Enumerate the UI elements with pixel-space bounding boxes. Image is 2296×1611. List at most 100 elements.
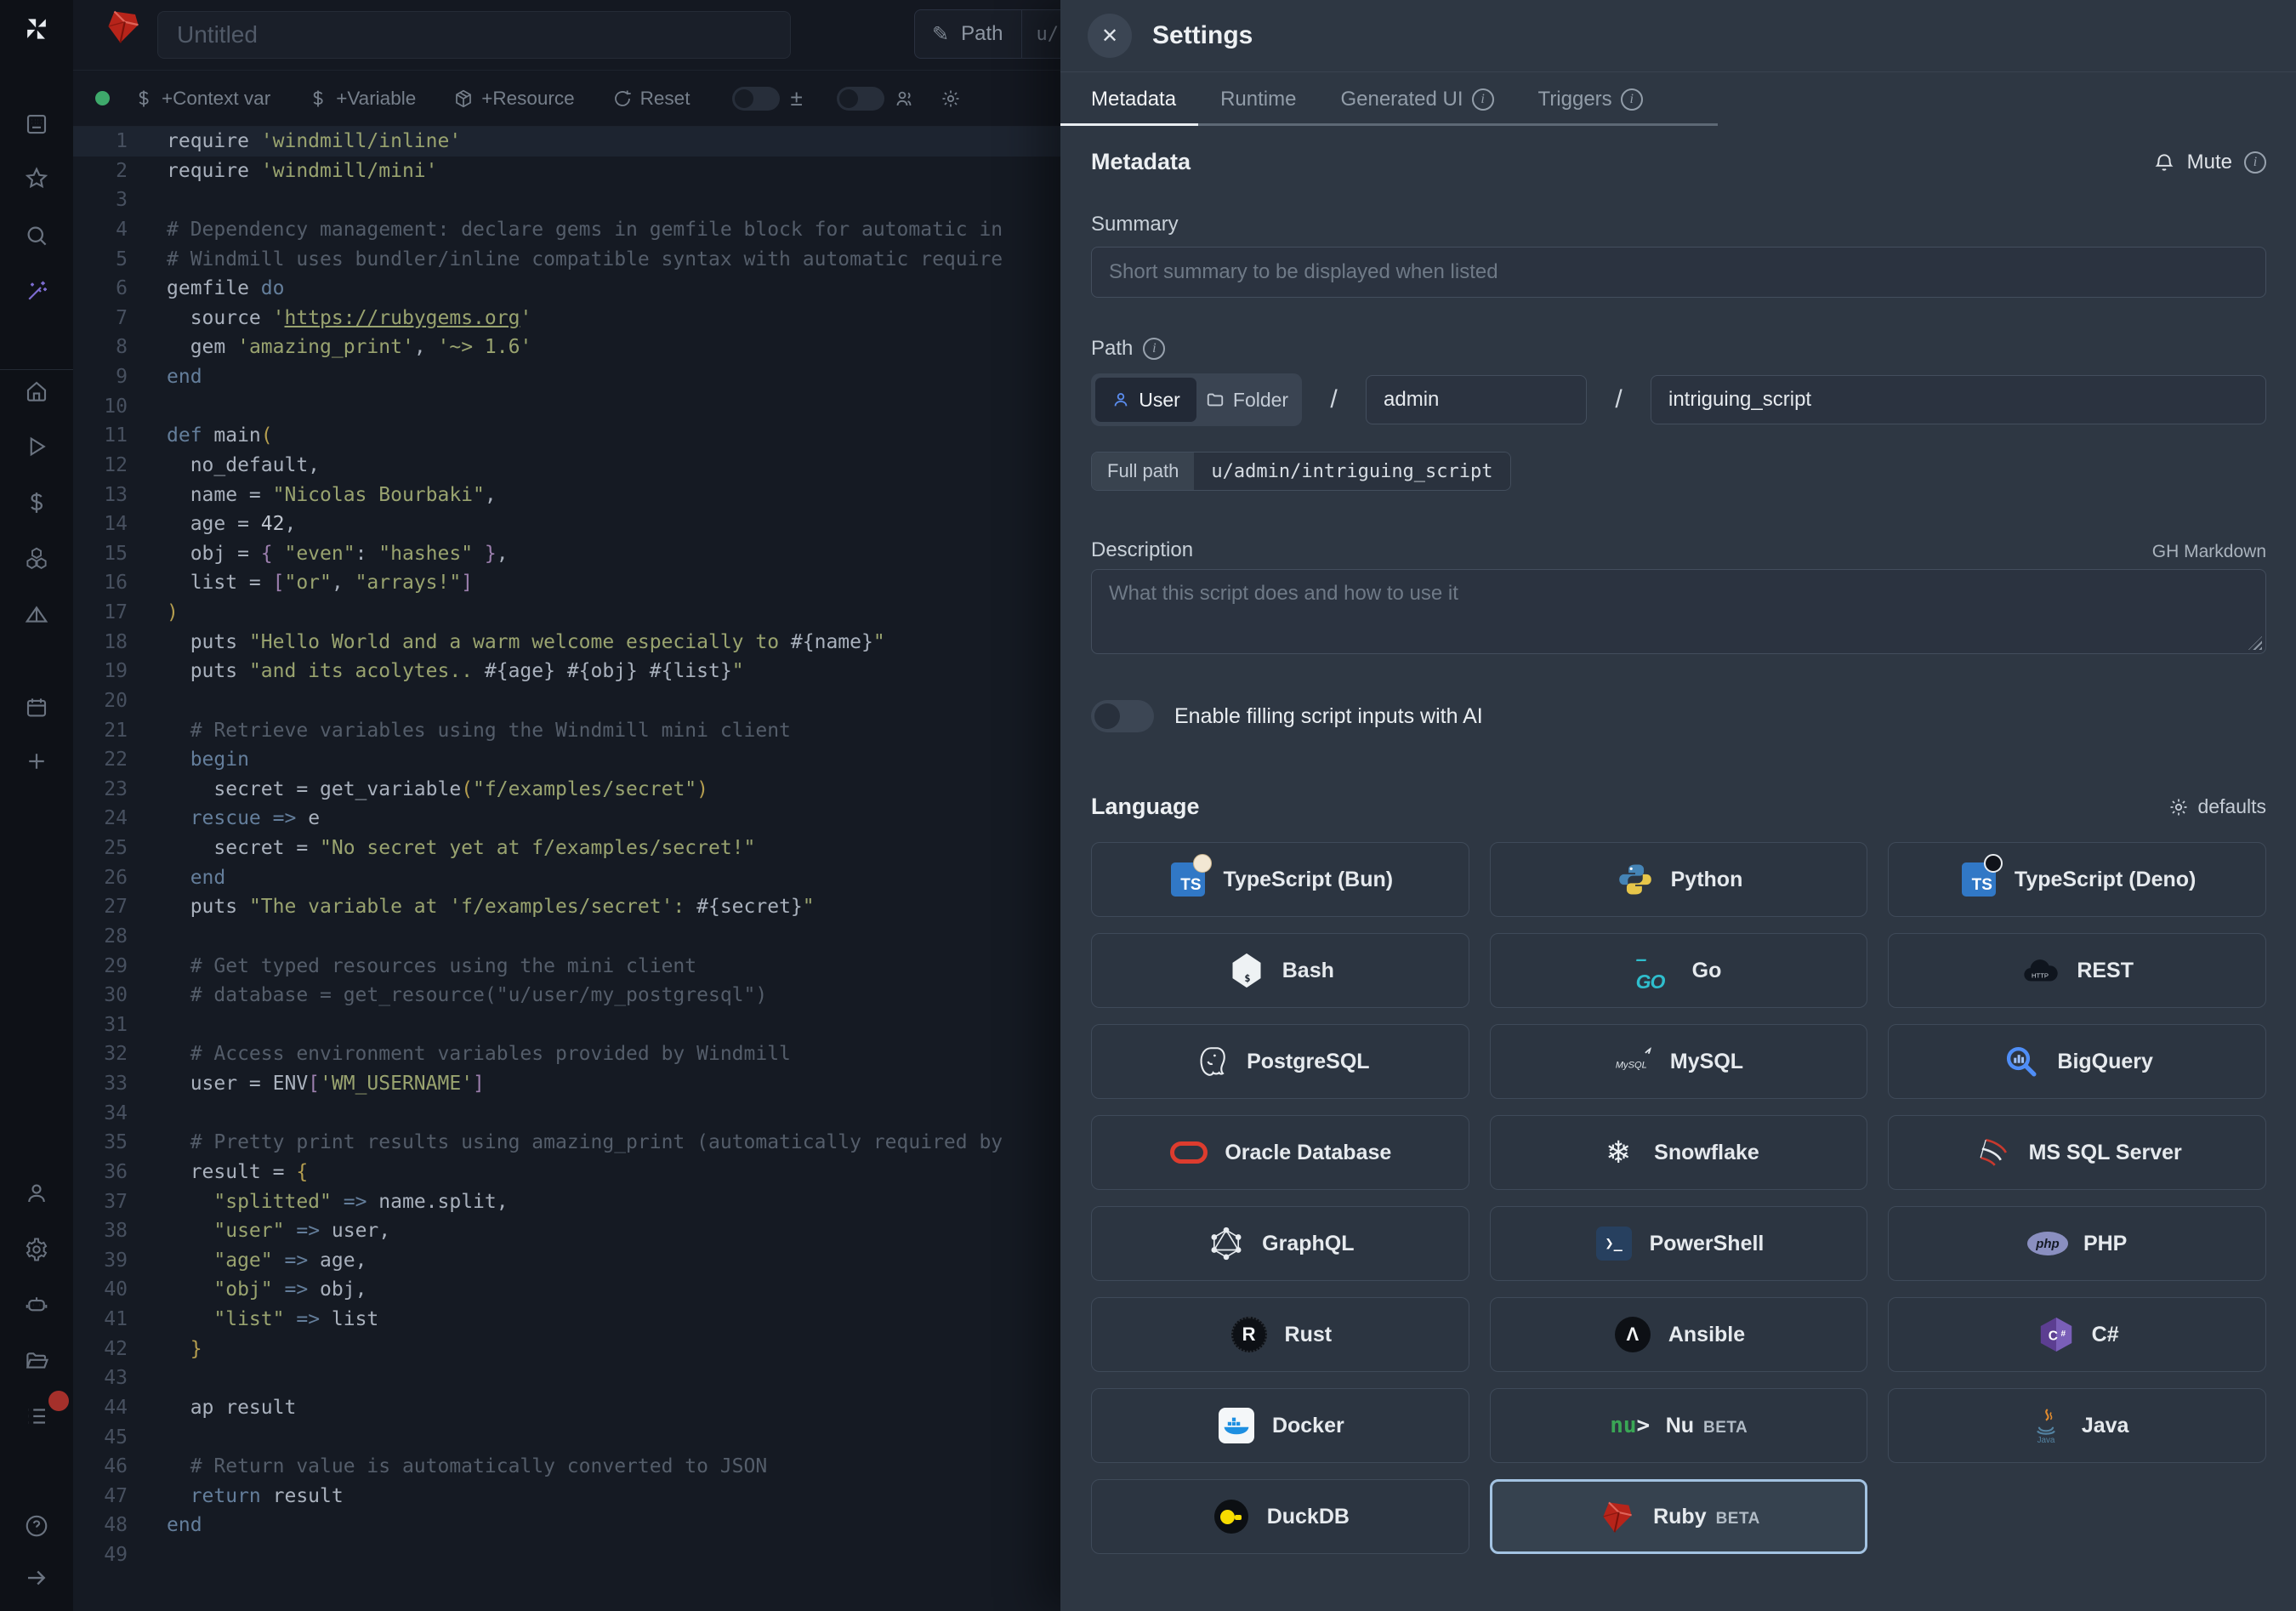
reset-button[interactable]: Reset [612,88,691,110]
apps-icon[interactable] [22,110,51,139]
code-line[interactable]: 3 [73,185,1060,215]
code-line[interactable]: 21 # Retrieve variables using the Windmi… [73,716,1060,746]
runs-play-icon[interactable] [22,432,51,461]
language-option-ms-sql-server[interactable]: MS SQL Server [1888,1115,2266,1190]
code-editor[interactable]: 1require 'windmill/inline'2require 'wind… [73,127,1060,1611]
language-option-docker[interactable]: Docker [1091,1388,1469,1463]
code-line[interactable]: 32 # Access environment variables provid… [73,1039,1060,1069]
settings-gear-icon[interactable] [22,1235,51,1264]
code-line[interactable]: 14 age = 42, [73,509,1060,539]
script-title-input[interactable]: Untitled [157,11,791,59]
code-line[interactable]: 18 puts "Hello World and a warm welcome … [73,628,1060,657]
resize-grip-icon[interactable] [2248,636,2262,650]
tab-triggers[interactable]: Triggersi [1516,72,1665,126]
code-line[interactable]: 7 source 'https://rubygems.org' [73,304,1060,333]
summary-input[interactable]: Short summary to be displayed when liste… [1091,247,2266,298]
code-line[interactable]: 16 list = ["or", "arrays!"] [73,568,1060,598]
folders-icon[interactable] [22,1346,51,1375]
owner-kind-folder[interactable]: Folder [1196,378,1298,422]
code-line[interactable]: 22 begin [73,745,1060,775]
tab-generated-ui[interactable]: Generated UIi [1318,72,1515,126]
language-option-php[interactable]: phpPHP [1888,1206,2266,1281]
code-line[interactable]: 46 # Return value is automatically conve… [73,1452,1060,1482]
language-option-rest[interactable]: HTTPREST [1888,933,2266,1008]
language-option-nu[interactable]: nu>Nu BETA [1490,1388,1868,1463]
code-line[interactable]: 47 return result [73,1482,1060,1511]
tab-runtime[interactable]: Runtime [1198,72,1318,126]
mute-control[interactable]: Mute i [2153,151,2266,174]
contextvar-button[interactable]: +Context var [134,88,270,110]
code-line[interactable]: 43 [73,1363,1060,1393]
language-option-typescript-deno-[interactable]: TSTypeScript (Deno) [1888,842,2266,917]
code-line[interactable]: 40 "obj" => obj, [73,1275,1060,1305]
code-line[interactable]: 30 # database = get_resource("u/user/my_… [73,981,1060,1010]
language-option-bigquery[interactable]: BigQuery [1888,1024,2266,1099]
description-textarea[interactable]: What this script does and how to use it [1091,569,2266,654]
language-option-duckdb[interactable]: DuckDB [1091,1479,1469,1554]
code-line[interactable]: 41 "list" => list [73,1305,1060,1335]
tab-metadata[interactable]: Metadata [1060,72,1198,126]
code-line[interactable]: 11def main( [73,421,1060,451]
language-option-snowflake[interactable]: ❄Snowflake [1490,1115,1868,1190]
owner-kind-segmented[interactable]: User Folder [1091,373,1302,426]
code-line[interactable]: 8 gem 'amazing_print', '~> 1.6' [73,333,1060,362]
code-line[interactable]: 28 [73,922,1060,952]
code-line[interactable]: 48end [73,1511,1060,1540]
language-option-typescript-bun-[interactable]: TSTypeScript (Bun) [1091,842,1469,917]
language-option-bash[interactable]: $Bash [1091,933,1469,1008]
language-option-rust[interactable]: RRust [1091,1297,1469,1372]
code-line[interactable]: 27 puts "The variable at 'f/examples/sec… [73,892,1060,922]
code-line[interactable]: 35 # Pretty print results using amazing_… [73,1128,1060,1158]
language-option-python[interactable]: Python [1490,842,1868,917]
language-option-ansible[interactable]: ΛAnsible [1490,1297,1868,1372]
code-line[interactable]: 31 [73,1010,1060,1040]
code-line[interactable]: 4# Dependency management: declare gems i… [73,215,1060,245]
code-line[interactable]: 2require 'windmill/mini' [73,157,1060,186]
code-line[interactable]: 25 secret = "No secret yet at f/examples… [73,834,1060,863]
language-option-ruby[interactable]: Ruby BETA [1490,1479,1868,1554]
code-line[interactable]: 45 [73,1423,1060,1453]
code-line[interactable]: 38 "user" => user, [73,1216,1060,1246]
close-icon[interactable]: ✕ [1088,14,1132,58]
code-line[interactable]: 20 [73,686,1060,716]
language-defaults-button[interactable]: defaults [2168,795,2266,818]
create-plus-icon[interactable] [22,747,51,776]
code-line[interactable]: 33 user = ENV['WM_USERNAME'] [73,1069,1060,1099]
user-icon[interactable] [22,1179,51,1208]
schedules-calendar-icon[interactable] [22,693,51,722]
code-line[interactable]: 26 end [73,863,1060,893]
audit-list-icon[interactable] [22,1402,51,1431]
language-option-oracle-database[interactable]: Oracle Database [1091,1115,1469,1190]
code-line[interactable]: 49 [73,1540,1060,1570]
ai-wand-icon[interactable] [22,277,51,306]
code-line[interactable]: 19 puts "and its acolytes.. #{age} #{obj… [73,657,1060,686]
code-line[interactable]: 13 name = "Nicolas Bourbaki", [73,481,1060,510]
code-line[interactable]: 10 [73,392,1060,422]
language-option-go[interactable]: GOGo [1490,933,1868,1008]
workers-robot-icon[interactable] [22,1290,51,1319]
mute-info-icon[interactable]: i [2244,151,2266,174]
resource-button[interactable]: +Resource [453,88,574,110]
path-info-icon[interactable]: i [1143,338,1165,360]
help-icon[interactable] [22,1511,51,1540]
multiplayer-toggle[interactable] [837,87,884,111]
code-line[interactable]: 9end [73,362,1060,392]
code-line[interactable]: 12 no_default, [73,451,1060,481]
variables-dollar-icon[interactable] [22,488,51,517]
code-line[interactable]: 29 # Get typed resources using the mini … [73,952,1060,982]
code-line[interactable]: 24 rescue => e [73,804,1060,834]
code-line[interactable]: 15 obj = { "even": "hashes" }, [73,539,1060,569]
editor-settings-gear-icon[interactable] [941,88,961,109]
variable-button[interactable]: +Variable [308,88,416,110]
diff-toggle[interactable] [732,87,780,111]
collapse-arrow-icon[interactable] [22,1563,51,1592]
resources-cubes-icon[interactable] [22,544,51,572]
code-line[interactable]: 23 secret = get_variable("f/examples/sec… [73,775,1060,805]
code-line[interactable]: 37 "splitted" => name.split, [73,1187,1060,1217]
code-line[interactable]: 6gemfile do [73,274,1060,304]
triggers-prism-icon[interactable] [22,601,51,629]
code-line[interactable]: 42 } [73,1335,1060,1364]
code-line[interactable]: 1require 'windmill/inline' [73,127,1060,157]
language-option-java[interactable]: JavaJava [1888,1388,2266,1463]
owner-kind-user[interactable]: User [1095,378,1196,422]
